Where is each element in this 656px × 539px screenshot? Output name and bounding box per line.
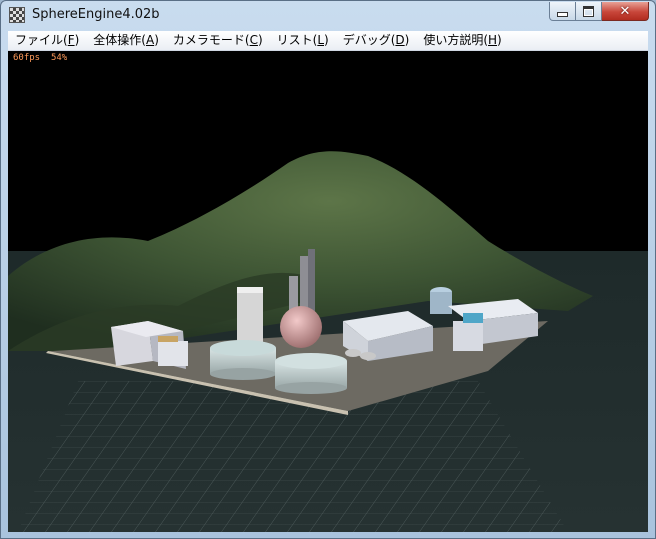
close-button[interactable]: ✕ bbox=[602, 2, 649, 21]
app-window: SphereEngine4.02b ✕ ファイル(F) 全体操作(A) カメラモ… bbox=[0, 0, 656, 539]
minimize-icon bbox=[557, 12, 568, 17]
menu-help-mnemonic: H bbox=[488, 33, 498, 47]
menu-help[interactable]: 使い方説明(H) bbox=[416, 31, 508, 50]
menu-camera[interactable]: カメラモード(C) bbox=[166, 31, 270, 50]
menu-global[interactable]: 全体操作(A) bbox=[86, 31, 166, 50]
menu-help-close: ) bbox=[497, 33, 502, 47]
caption-buttons: ✕ bbox=[549, 2, 649, 21]
menu-file-label: ファイル( bbox=[15, 33, 68, 47]
blue-tank-body bbox=[430, 292, 452, 314]
menu-debug-label: デバッグ( bbox=[342, 33, 396, 47]
menu-file-close: ) bbox=[74, 33, 80, 47]
storage-tank-1 bbox=[210, 340, 276, 380]
menu-global-label: 全体操作( bbox=[93, 33, 146, 47]
app-icon[interactable] bbox=[9, 7, 25, 23]
fps-counter: 60fps 54% bbox=[13, 53, 68, 63]
window-title: SphereEngine4.02b bbox=[32, 7, 160, 22]
menu-list-mnemonic: L bbox=[317, 33, 325, 47]
menu-debug-close: ) bbox=[404, 33, 410, 47]
maximize-button[interactable] bbox=[576, 2, 602, 21]
scene-render bbox=[8, 151, 648, 532]
menu-list[interactable]: リスト(L) bbox=[270, 31, 336, 50]
spherical-tank bbox=[280, 306, 322, 348]
maximize-icon bbox=[583, 5, 594, 17]
render-viewport[interactable]: 60fps 54% bbox=[8, 51, 648, 532]
menu-file[interactable]: ファイル(F) bbox=[8, 31, 86, 50]
menu-global-mnemonic: A bbox=[145, 33, 155, 47]
menu-bar: ファイル(F) 全体操作(A) カメラモード(C) リスト(L) デバッグ(D)… bbox=[8, 31, 648, 51]
close-icon: ✕ bbox=[619, 3, 631, 19]
minimize-button[interactable] bbox=[549, 2, 576, 21]
menu-camera-mnemonic: C bbox=[249, 33, 258, 47]
menu-debug-mnemonic: D bbox=[395, 33, 405, 47]
menu-debug[interactable]: デバッグ(D) bbox=[336, 31, 417, 50]
menu-camera-label: カメラモード( bbox=[172, 33, 250, 47]
title-bar[interactable]: SphereEngine4.02b ✕ bbox=[1, 1, 655, 31]
menu-file-mnemonic: F bbox=[67, 33, 75, 47]
storage-tank-2 bbox=[275, 353, 347, 394]
menu-list-label: リスト( bbox=[276, 33, 318, 47]
menu-list-close: ) bbox=[324, 33, 329, 47]
menu-help-label: 使い方説明( bbox=[423, 33, 489, 47]
menu-camera-close: ) bbox=[257, 33, 263, 47]
menu-global-close: ) bbox=[154, 33, 159, 47]
